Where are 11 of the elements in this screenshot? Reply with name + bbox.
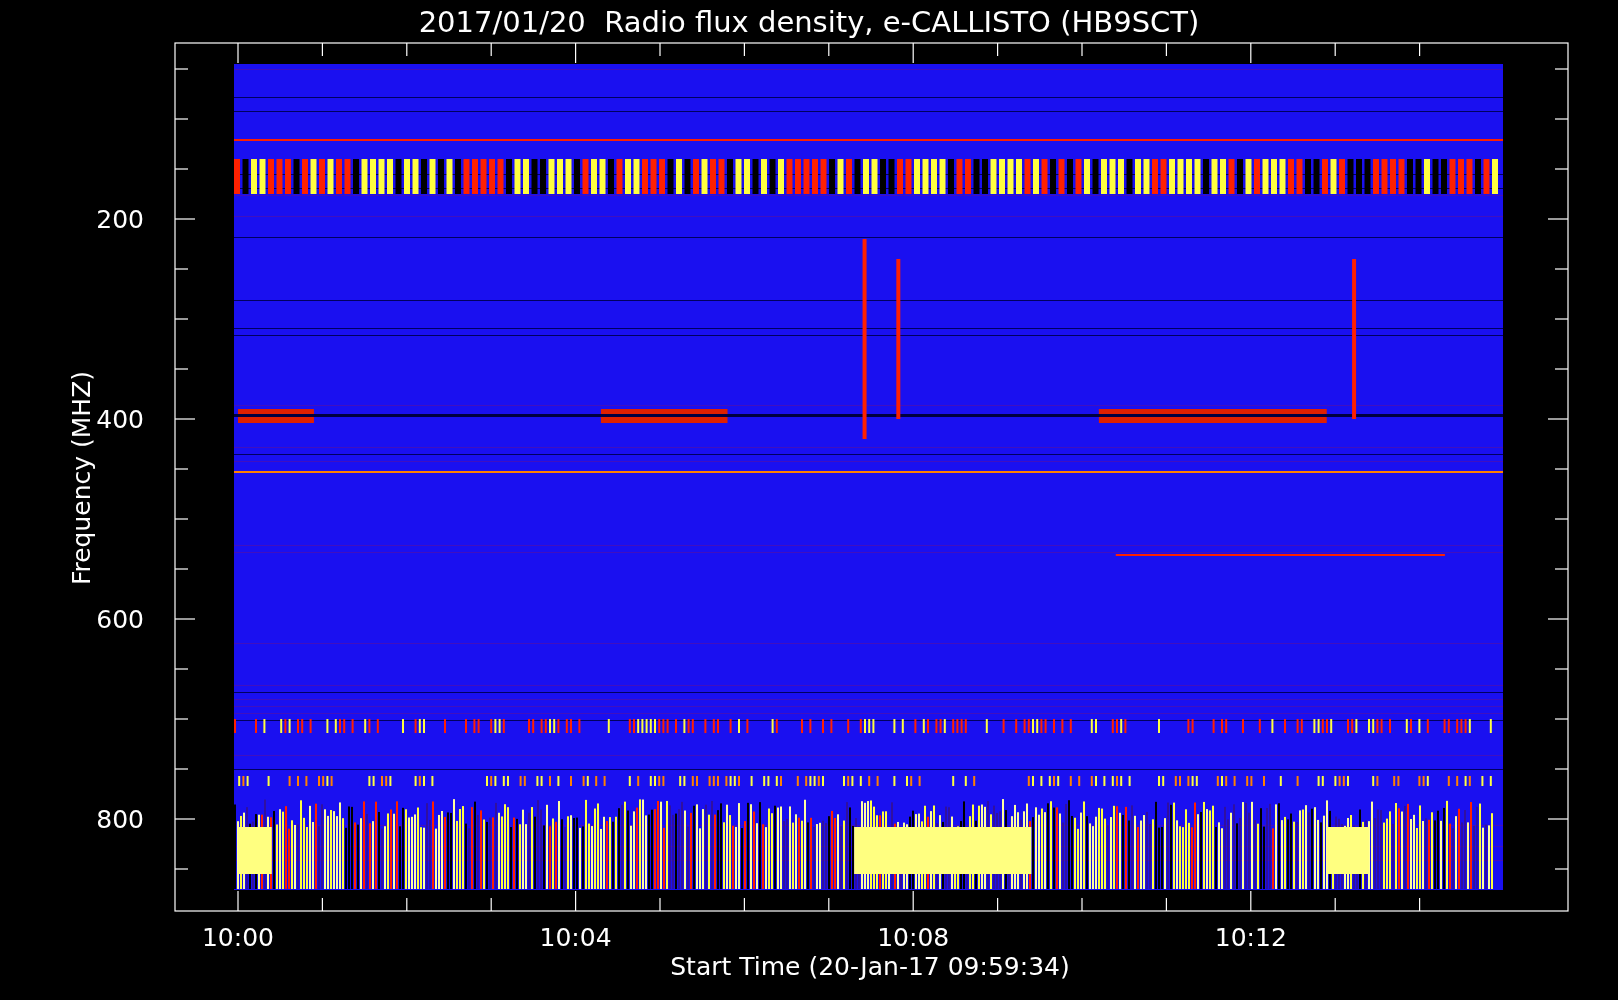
plot-title: 2017/01/20 Radio flux density, e-CALLISTO (HB9SCT) xyxy=(418,5,1200,39)
x-axis-label: Start Time (20-Jan-17 09:59:34) xyxy=(670,952,1070,981)
x-tick-label: 10:12 xyxy=(1214,923,1287,952)
y-axis-label: Frequency (MHZ) xyxy=(67,370,96,586)
x-tick-label: 10:08 xyxy=(877,923,950,952)
x-tick-label: 10:00 xyxy=(202,923,274,952)
y-tick-label: 800 xyxy=(96,805,144,834)
y-tick-label: 600 xyxy=(96,605,144,634)
y-tick-label: 200 xyxy=(96,205,144,234)
x-tick-label: 10:04 xyxy=(539,923,612,952)
y-tick-label: 400 xyxy=(96,405,144,434)
